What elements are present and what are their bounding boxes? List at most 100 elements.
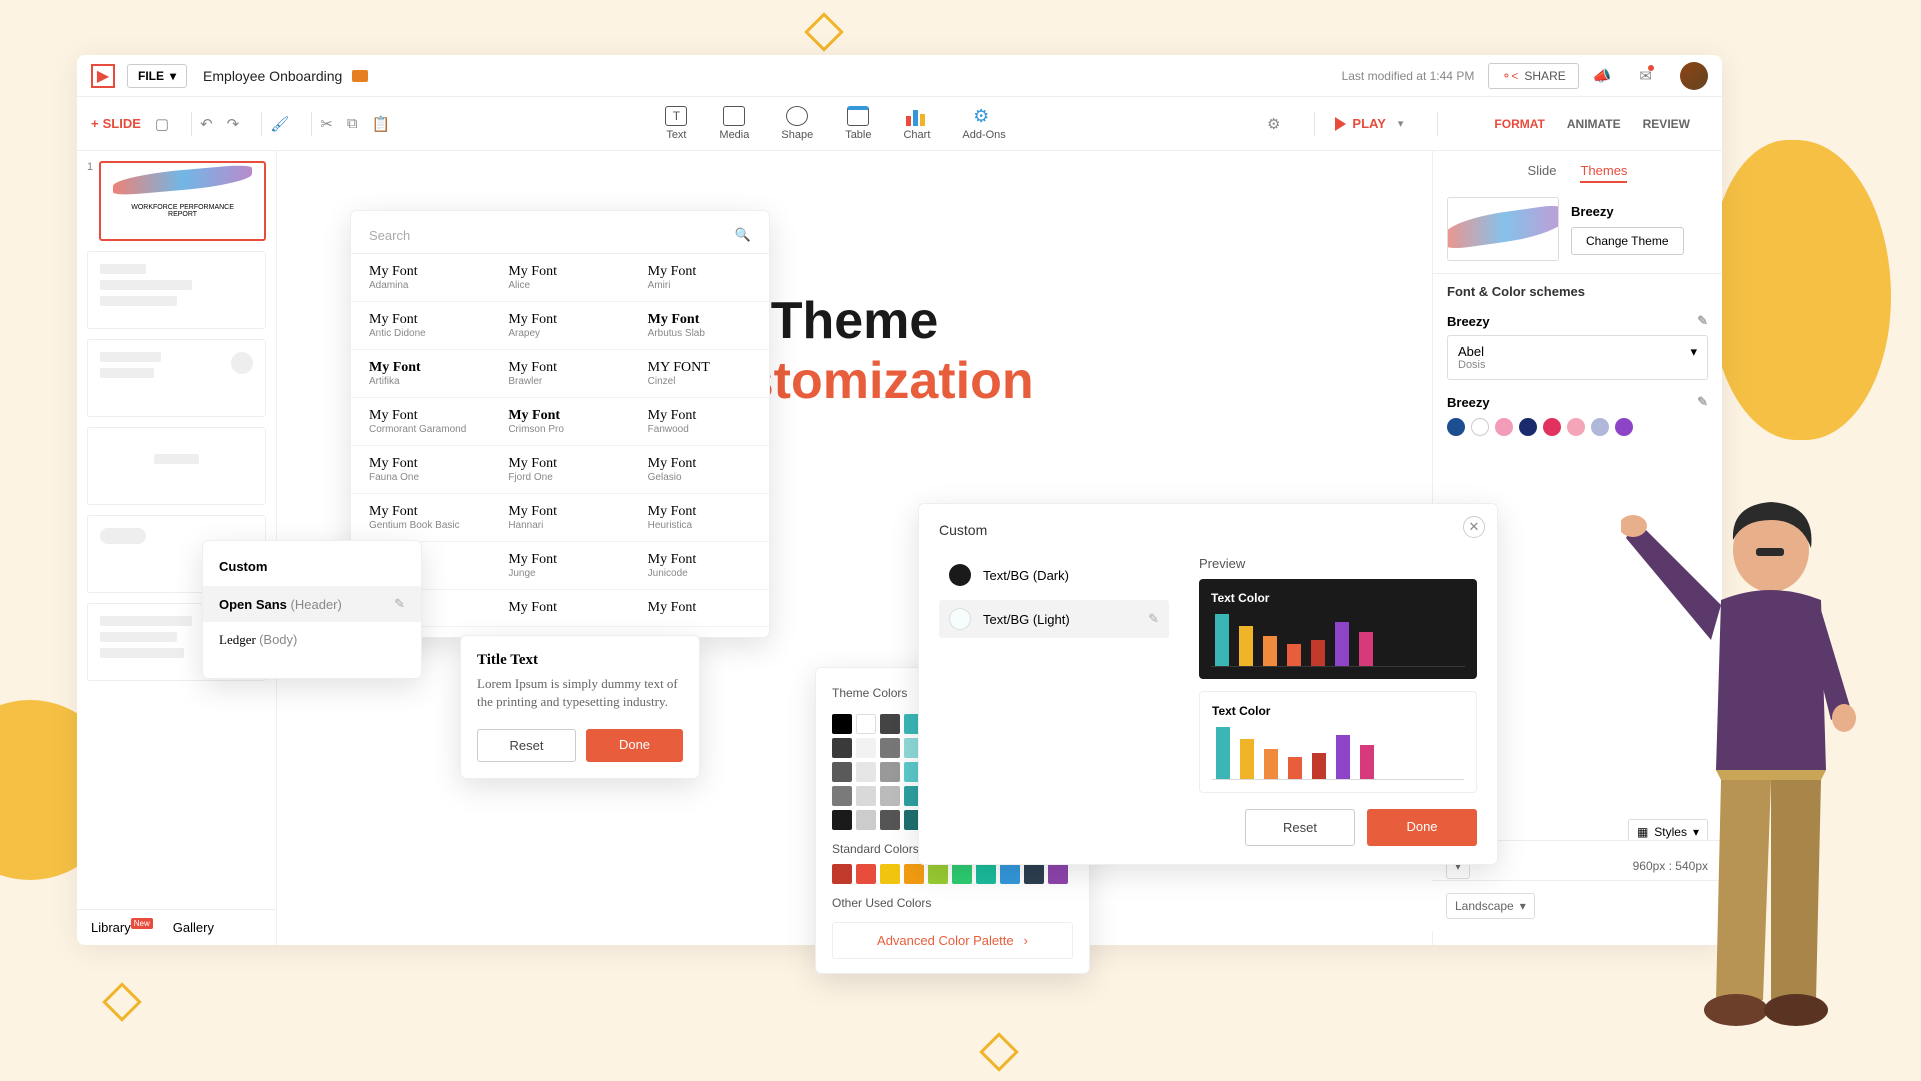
tab-format[interactable]: FORMAT: [1494, 107, 1544, 141]
edit-icon[interactable]: ✎: [1697, 313, 1708, 329]
paste-icon[interactable]: 📋: [372, 115, 391, 133]
share-button[interactable]: ⚬<SHARE: [1488, 63, 1578, 89]
add-slide-button[interactable]: +SLIDE: [91, 116, 141, 131]
slide-thumb-selected[interactable]: WORKFORCE PERFORMANCE REPORT: [99, 161, 266, 241]
reset-button[interactable]: Reset: [477, 729, 576, 762]
done-button[interactable]: Done: [586, 729, 683, 762]
advanced-palette-link[interactable]: Advanced Color Palette›: [832, 922, 1073, 959]
font-option[interactable]: My FontJunicode: [630, 542, 769, 590]
file-menu[interactable]: FILE ▾: [127, 64, 187, 88]
font-option[interactable]: My FontArapey: [490, 302, 629, 350]
tab-animate[interactable]: ANIMATE: [1567, 107, 1621, 141]
color-dot[interactable]: [1495, 418, 1513, 436]
orientation-select[interactable]: Landscape▾: [1446, 893, 1535, 919]
color-swatch[interactable]: [1048, 864, 1068, 884]
user-avatar[interactable]: [1680, 62, 1708, 90]
slide-thumb-placeholder[interactable]: [87, 339, 266, 417]
font-option[interactable]: My FontHeuristica: [630, 494, 769, 542]
color-swatch[interactable]: [832, 810, 852, 830]
color-swatch[interactable]: [880, 714, 900, 734]
announce-icon[interactable]: 📣: [1593, 67, 1612, 85]
font-option[interactable]: My FontCrimson Pro: [490, 398, 629, 446]
insert-media[interactable]: Media: [719, 106, 749, 141]
color-swatch[interactable]: [928, 864, 948, 884]
color-swatch[interactable]: [880, 786, 900, 806]
slide-thumb-placeholder[interactable]: [87, 427, 266, 505]
library-tab[interactable]: LibraryNew: [91, 920, 153, 935]
font-option[interactable]: My Font: [630, 590, 769, 627]
color-swatch[interactable]: [856, 786, 876, 806]
font-option[interactable]: My FontFjord One: [490, 446, 629, 494]
color-swatch[interactable]: [1000, 864, 1020, 884]
bg-option-dark[interactable]: Text/BG (Dark): [939, 556, 1169, 594]
font-option[interactable]: MY FONTCinzel: [630, 350, 769, 398]
font-option[interactable]: My FontAdamina: [351, 254, 490, 302]
insert-chart[interactable]: Chart: [903, 106, 930, 141]
body-font-row[interactable]: Ledger (Body): [203, 622, 421, 658]
font-option[interactable]: My FontAmiri: [630, 254, 769, 302]
color-dot[interactable]: [1519, 418, 1537, 436]
change-theme-button[interactable]: Change Theme: [1571, 227, 1684, 255]
done-button[interactable]: Done: [1367, 809, 1477, 846]
font-option[interactable]: My FontGentium Book Basic: [351, 494, 490, 542]
color-scheme-dots[interactable]: [1447, 418, 1708, 436]
edit-icon[interactable]: ✎: [1697, 394, 1708, 410]
color-swatch[interactable]: [832, 738, 852, 758]
color-swatch[interactable]: [1024, 864, 1044, 884]
font-option[interactable]: My FontArbutus Slab: [630, 302, 769, 350]
document-title[interactable]: Employee Onboarding: [203, 68, 342, 84]
color-dot[interactable]: [1447, 418, 1465, 436]
font-option[interactable]: My FontCormorant Garamond: [351, 398, 490, 446]
layout-icon[interactable]: ▢: [155, 115, 169, 133]
color-swatch[interactable]: [880, 738, 900, 758]
color-swatch[interactable]: [856, 738, 876, 758]
color-dot[interactable]: [1591, 418, 1609, 436]
folder-icon[interactable]: [352, 70, 368, 82]
undo-icon[interactable]: ↶: [200, 115, 213, 133]
color-swatch[interactable]: [856, 714, 876, 734]
font-option[interactable]: My FontAlice: [490, 254, 629, 302]
color-swatch[interactable]: [856, 810, 876, 830]
header-font-row[interactable]: Open Sans (Header) ✎: [203, 586, 421, 622]
color-swatch[interactable]: [856, 762, 876, 782]
color-swatch[interactable]: [832, 786, 852, 806]
font-option[interactable]: My FontFauna One: [351, 446, 490, 494]
color-dot[interactable]: [1615, 418, 1633, 436]
color-swatch[interactable]: [832, 762, 852, 782]
font-option[interactable]: My FontFanwood: [630, 398, 769, 446]
cut-icon[interactable]: ✂: [320, 115, 333, 133]
color-swatch[interactable]: [880, 762, 900, 782]
insert-table[interactable]: Table: [845, 106, 871, 141]
color-swatch[interactable]: [952, 864, 972, 884]
tab-review[interactable]: REVIEW: [1643, 107, 1690, 141]
insert-text[interactable]: TText: [665, 106, 687, 141]
gallery-tab[interactable]: Gallery: [173, 920, 214, 935]
font-option[interactable]: My FontBrawler: [490, 350, 629, 398]
font-option[interactable]: My FontHannari: [490, 494, 629, 542]
reset-button[interactable]: Reset: [1245, 809, 1355, 846]
color-swatch[interactable]: [832, 864, 852, 884]
font-option[interactable]: My FontJunge: [490, 542, 629, 590]
font-option[interactable]: My FontGelasio: [630, 446, 769, 494]
font-option[interactable]: My FontArtifika: [351, 350, 490, 398]
play-button[interactable]: PLAY: [1335, 116, 1385, 131]
insert-addons[interactable]: ⚙Add-Ons: [962, 106, 1005, 141]
subtab-slide[interactable]: Slide: [1528, 163, 1557, 183]
mail-icon[interactable]: ✉: [1639, 67, 1652, 85]
slide-thumb-placeholder[interactable]: [87, 251, 266, 329]
app-logo-icon[interactable]: ▶: [91, 64, 115, 88]
font-option[interactable]: My Font: [490, 590, 629, 627]
gear-icon[interactable]: ⚙: [1267, 115, 1280, 133]
color-dot[interactable]: [1471, 418, 1489, 436]
insert-shape[interactable]: Shape: [781, 106, 813, 141]
edit-icon[interactable]: ✎: [1148, 611, 1159, 627]
subtab-themes[interactable]: Themes: [1580, 163, 1627, 183]
bg-option-light[interactable]: Text/BG (Light)✎: [939, 600, 1169, 638]
color-dot[interactable]: [1567, 418, 1585, 436]
color-swatch[interactable]: [880, 864, 900, 884]
color-swatch[interactable]: [832, 714, 852, 734]
font-search[interactable]: Search 🔍: [351, 221, 769, 254]
color-swatch[interactable]: [856, 864, 876, 884]
color-dot[interactable]: [1543, 418, 1561, 436]
color-swatch[interactable]: [880, 810, 900, 830]
